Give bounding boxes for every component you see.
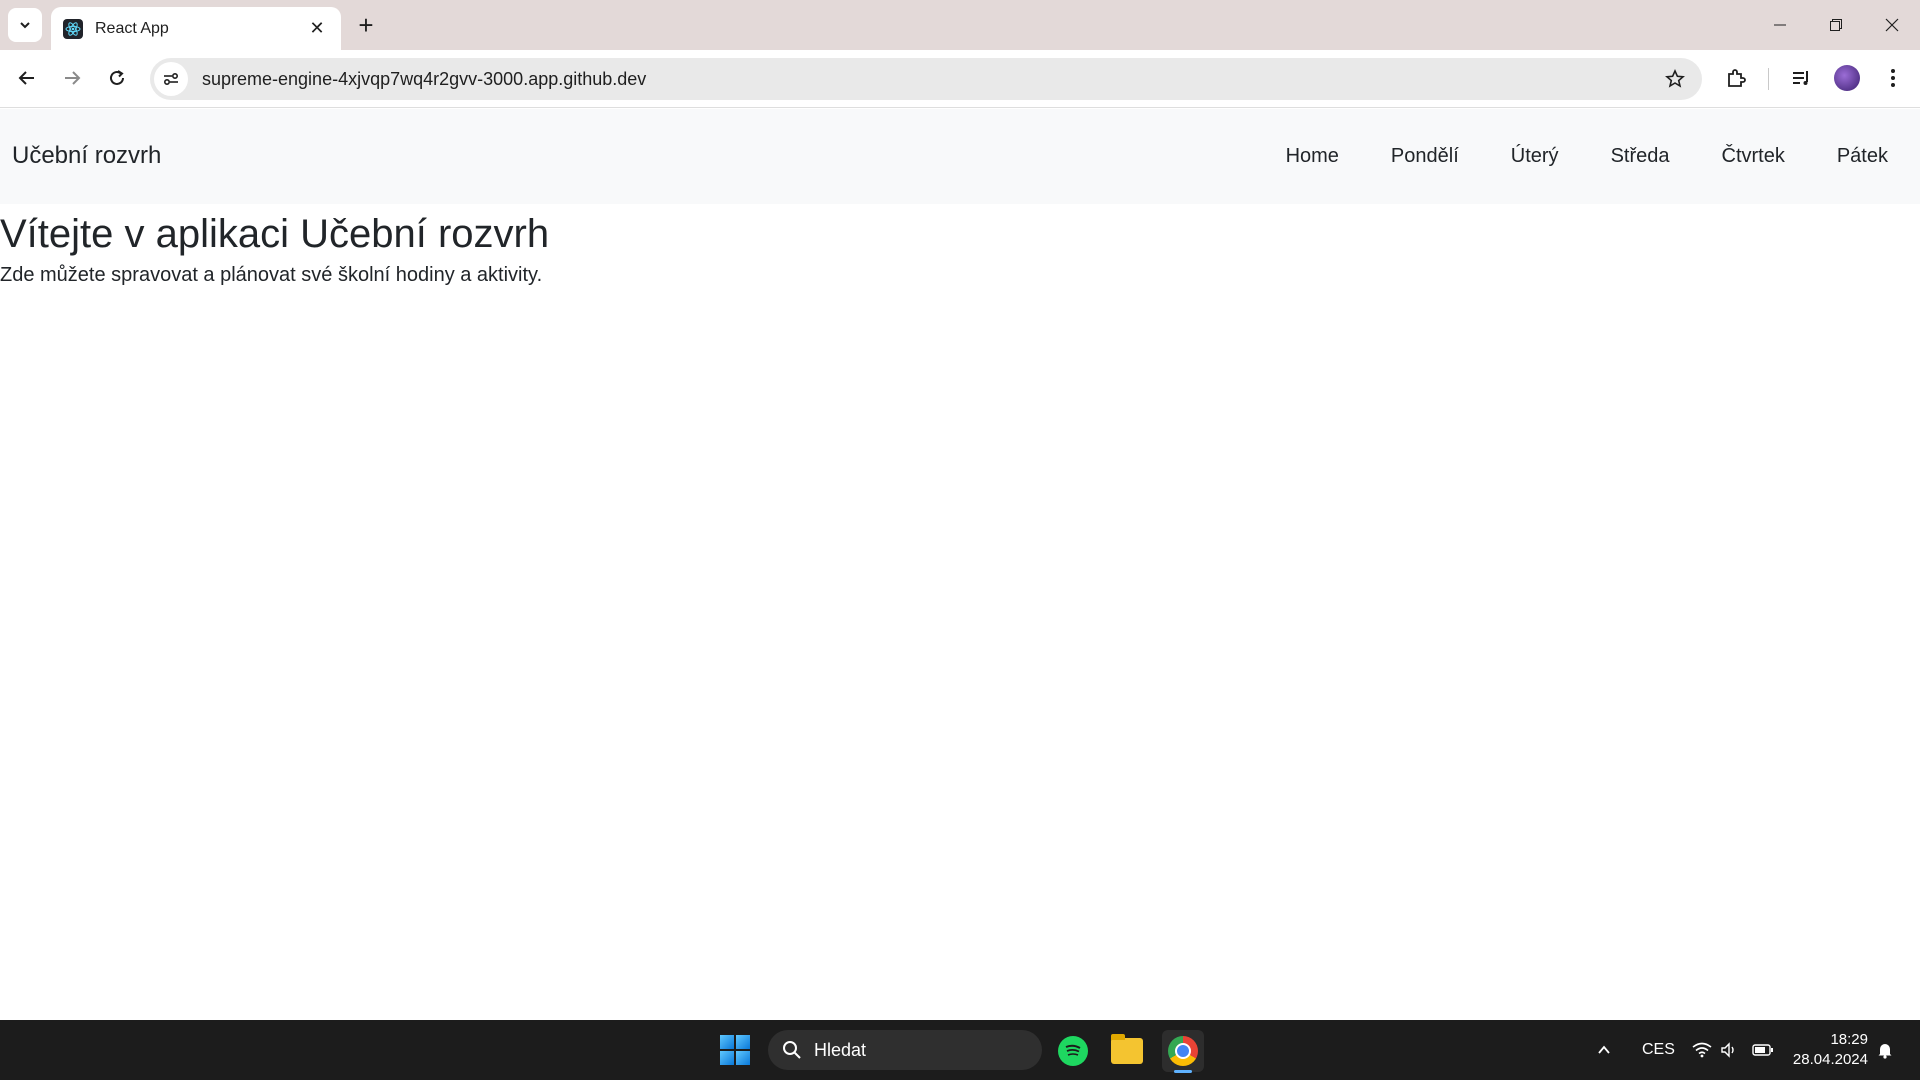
nav-link-utery[interactable]: Úterý <box>1487 137 1583 176</box>
input-language[interactable]: CES <box>1642 1041 1675 1059</box>
new-tab-button[interactable]: + <box>352 10 380 40</box>
clock-date: 28.04.2024 <box>1792 1051 1868 1068</box>
nav-links: Home Pondělí Úterý Středa Čtvrtek Pátek <box>1262 137 1920 176</box>
tab-title: React App <box>95 19 169 37</box>
search-icon <box>783 1041 801 1059</box>
extensions-icon[interactable] <box>1719 61 1753 95</box>
browser-tab-strip: React App ✕ + <box>0 0 1920 50</box>
browser-tab[interactable]: React App ✕ <box>51 7 341 50</box>
main-content: Vítejte v aplikaci Učební rozvrh Zde můž… <box>0 204 549 287</box>
battery-icon[interactable] <box>1752 1020 1774 1080</box>
navbar-brand[interactable]: Učební rozvrh <box>12 142 161 170</box>
nav-link-home[interactable]: Home <box>1262 137 1363 176</box>
active-app-indicator <box>1174 1070 1192 1073</box>
page-description: Zde můžete spravovat a plánovat své škol… <box>0 264 543 286</box>
nav-link-patek[interactable]: Pátek <box>1813 137 1912 176</box>
taskbar: Hledat CES 18:29 28.04.2024 <box>0 1020 1920 1080</box>
reload-icon[interactable] <box>100 61 134 95</box>
address-bar[interactable]: supreme-engine-4xjvqp7wq4r2gvv-3000.app.… <box>150 58 1702 100</box>
volume-icon[interactable] <box>1720 1020 1738 1080</box>
taskbar-search-label: Hledat <box>814 1039 867 1060</box>
taskbar-clock[interactable]: 18:29 28.04.2024 <box>1790 1030 1868 1070</box>
wifi-icon[interactable] <box>1692 1020 1712 1080</box>
forward-arrow-icon[interactable] <box>55 61 89 95</box>
nav-link-pondeli[interactable]: Pondělí <box>1367 137 1483 176</box>
profile-avatar[interactable] <box>1830 61 1864 95</box>
site-settings-icon[interactable] <box>154 62 188 96</box>
bookmark-star-icon[interactable] <box>1658 62 1692 96</box>
url-text: supreme-engine-4xjvqp7wq4r2gvv-3000.app.… <box>202 68 647 89</box>
tab-search-button[interactable] <box>8 8 42 42</box>
back-arrow-icon[interactable] <box>10 61 44 95</box>
page-title: Vítejte v aplikaci Učební rozvrh <box>0 212 550 256</box>
chevron-down-icon <box>20 22 30 29</box>
window-controls <box>1752 0 1920 50</box>
react-logo-icon <box>63 18 83 39</box>
media-controls-icon[interactable] <box>1784 61 1818 95</box>
browser-toolbar: supreme-engine-4xjvqp7wq4r2gvv-3000.app.… <box>0 50 1920 108</box>
chrome-app-icon[interactable] <box>1162 1030 1204 1072</box>
toolbar-divider <box>1768 68 1769 90</box>
notification-bell-icon[interactable] <box>1876 1020 1894 1080</box>
app-navbar: Učební rozvrh Home Pondělí Úterý Středa … <box>0 109 1920 204</box>
taskbar-search[interactable]: Hledat <box>768 1030 1042 1070</box>
menu-kebab-icon[interactable] <box>1876 61 1910 95</box>
show-hidden-icons-icon[interactable] <box>1596 1020 1612 1080</box>
avatar <box>1834 65 1860 91</box>
restore-icon[interactable] <box>1808 0 1864 50</box>
nav-link-ctvrtek[interactable]: Čtvrtek <box>1698 137 1809 176</box>
nav-link-streda[interactable]: Středa <box>1587 137 1694 176</box>
file-explorer-icon[interactable] <box>1106 1030 1148 1072</box>
close-tab-icon[interactable]: ✕ <box>305 17 329 41</box>
minimize-icon[interactable] <box>1752 0 1808 50</box>
windows-start-icon[interactable] <box>720 1035 750 1065</box>
close-window-icon[interactable] <box>1864 0 1920 50</box>
clock-time: 18:29 <box>1830 1031 1868 1048</box>
spotify-app-icon[interactable] <box>1052 1030 1094 1072</box>
